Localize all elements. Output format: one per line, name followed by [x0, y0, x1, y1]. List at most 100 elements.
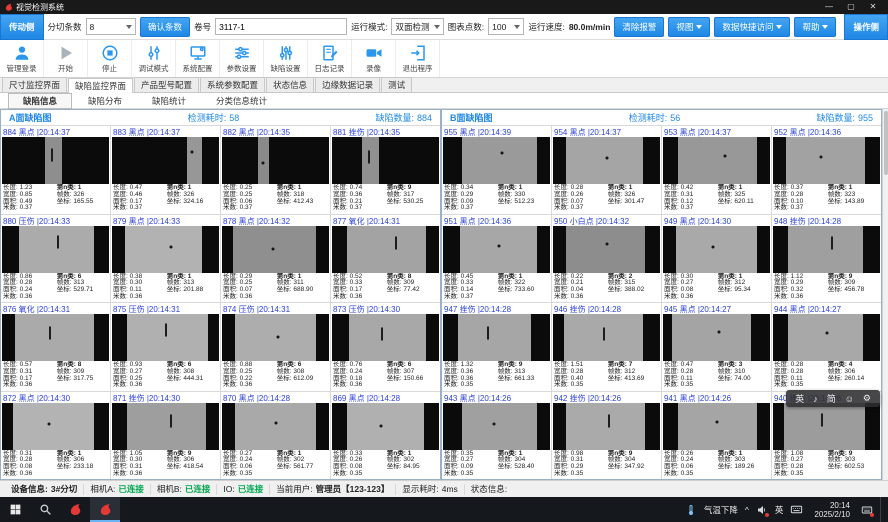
defect-image[interactable] — [222, 314, 329, 361]
ime-item-1[interactable]: ♪ — [813, 394, 818, 404]
tab-sub-2[interactable]: 缺陷统计 — [138, 94, 200, 108]
vertical-scrollbar[interactable] — [882, 109, 888, 480]
defect-image[interactable] — [222, 403, 329, 450]
close-button[interactable]: ✕ — [862, 0, 884, 14]
roll-number-input[interactable] — [215, 18, 347, 35]
action-journal-button[interactable]: 日志记录 — [308, 40, 352, 77]
defect-image[interactable] — [663, 137, 770, 184]
defect-image[interactable] — [553, 314, 660, 361]
defect-cell[interactable]: 869 黑点 |20:14:28 长度: 0.33 宽度: 0.26 面积: 0… — [331, 392, 440, 480]
defect-image[interactable] — [553, 226, 660, 273]
defect-image[interactable] — [443, 403, 550, 450]
defect-cell[interactable]: 945 黑点 |20:14:27 长度: 0.47 宽度: 0.28 面积: 0… — [662, 303, 771, 391]
defect-cell[interactable]: 941 黑点 |20:14:26 长度: 0.26 宽度: 0.24 面积: 0… — [662, 392, 771, 480]
defect-image[interactable] — [332, 137, 439, 184]
action-monitor-button[interactable]: 系统配置 — [176, 40, 220, 77]
start-button[interactable] — [0, 497, 30, 522]
defect-cell[interactable]: 870 黑点 |20:14:28 长度: 0.27 宽度: 0.24 面积: 0… — [221, 392, 330, 480]
defect-cell[interactable]: 875 压伤 |20:14:31 长度: 0.93 宽度: 0.27 面积: 0… — [111, 303, 220, 391]
ime-item-3[interactable]: ☺ — [845, 394, 854, 404]
defect-image[interactable] — [222, 137, 329, 184]
defect-image[interactable] — [332, 314, 439, 361]
defect-cell[interactable]: 943 黑点 |20:14:26 长度: 0.35 宽度: 0.27 面积: 0… — [442, 392, 551, 480]
defect-cell[interactable]: 954 黑点 |20:14:37 长度: 0.28 宽度: 0.26 面积: 0… — [552, 126, 661, 214]
defect-cell[interactable]: 873 压伤 |20:14:30 长度: 0.76 宽度: 0.24 面积: 0… — [331, 303, 440, 391]
defect-image[interactable] — [112, 137, 219, 184]
tab-main-5[interactable]: 边缘数据记录 — [315, 77, 380, 92]
defect-cell[interactable]: 871 挫伤 |20:14:30 长度: 1.05 宽度: 0.30 面积: 0… — [111, 392, 220, 480]
defect-cell[interactable]: 874 压伤 |20:14:31 长度: 0.88 宽度: 0.25 面积: 0… — [221, 303, 330, 391]
defect-cell[interactable]: 882 黑点 |20:14:35 长度: 0.25 宽度: 0.25 面积: 0… — [221, 126, 330, 214]
defect-image[interactable] — [553, 137, 660, 184]
defect-cell[interactable]: 951 黑点 |20:14:36 长度: 0.45 宽度: 0.33 面积: 0… — [442, 215, 551, 303]
defect-cell[interactable]: 883 黑点 |20:14:37 长度: 0.47 宽度: 0.46 面积: 0… — [111, 126, 220, 214]
tab-main-3[interactable]: 系统参数配置 — [200, 77, 265, 92]
defect-cell[interactable]: 877 氧化 |20:14:31 长度: 0.52 宽度: 0.33 面积: 0… — [331, 215, 440, 303]
ime-item-4[interactable]: ⚙ — [863, 393, 871, 404]
defect-cell[interactable]: 948 挫伤 |20:14:28 长度: 1.12 宽度: 0.29 面积: 0… — [772, 215, 881, 303]
defect-cell[interactable]: 872 黑点 |20:14:30 长度: 0.31 宽度: 0.28 面积: 0… — [1, 392, 110, 480]
defect-image[interactable] — [663, 226, 770, 273]
defect-image[interactable] — [443, 314, 550, 361]
minimize-button[interactable]: — — [818, 0, 840, 14]
ime-item-2[interactable]: 简 — [827, 392, 836, 405]
action-levels-button[interactable]: 缺陷设置 — [264, 40, 308, 77]
tab-sub-1[interactable]: 缺陷分布 — [74, 94, 136, 108]
ime-item-0[interactable]: 英 — [795, 392, 804, 405]
operator-side-button[interactable]: 操作侧 — [844, 14, 888, 40]
tray-chevron-up[interactable]: ^ — [745, 505, 749, 515]
tab-main-4[interactable]: 状态信息 — [266, 77, 314, 92]
defect-image[interactable] — [443, 226, 550, 273]
defect-cell[interactable]: 944 黑点 |20:14:27 长度: 0.28 宽度: 0.28 面积: 0… — [772, 303, 881, 391]
defect-cell[interactable]: 881 挫伤 |20:14:35 长度: 0.74 宽度: 0.36 面积: 0… — [331, 126, 440, 214]
action-exit-button[interactable]: 退出程序 — [396, 40, 440, 77]
view-menu-button[interactable]: 视图 — [668, 17, 710, 37]
defect-cell[interactable]: 946 挫伤 |20:14:28 长度: 1.51 宽度: 0.28 面积: 0… — [552, 303, 661, 391]
run-mode-select[interactable]: 双面检测 — [391, 18, 443, 35]
defect-image[interactable] — [2, 314, 109, 361]
defect-image[interactable] — [773, 314, 880, 361]
defect-image[interactable] — [112, 226, 219, 273]
defect-image[interactable] — [222, 226, 329, 273]
show-desktop-button[interactable] — [880, 497, 884, 522]
taskbar-app-2-active[interactable] — [90, 497, 120, 522]
help-menu-button[interactable]: 帮助 — [794, 17, 836, 37]
taskbar-clock[interactable]: 20:14 2025/2/10 — [810, 501, 854, 519]
tab-sub-3[interactable]: 分类信息统计 — [202, 94, 281, 108]
defect-image[interactable] — [553, 403, 660, 450]
defect-image[interactable] — [663, 403, 770, 450]
tab-main-6[interactable]: 测试 — [381, 77, 412, 92]
maximize-button[interactable]: ▢ — [840, 0, 862, 14]
defect-image[interactable] — [773, 403, 880, 450]
volume-icon[interactable] — [756, 504, 768, 516]
defect-image[interactable] — [112, 403, 219, 450]
defect-cell[interactable]: 876 氧化 |20:14:31 长度: 0.57 宽度: 0.31 面积: 0… — [1, 303, 110, 391]
taskbar-app-1[interactable] — [60, 497, 90, 522]
action-center-icon[interactable] — [861, 504, 873, 516]
action-sliders-button[interactable]: 参数设置 — [220, 40, 264, 77]
tab-main-0[interactable]: 尺寸监控界面 — [2, 77, 67, 92]
action-user-button[interactable]: 管理登录 — [0, 40, 44, 77]
defect-cell[interactable]: 952 黑点 |20:14:36 长度: 0.37 宽度: 0.28 面积: 0… — [772, 126, 881, 214]
defect-image[interactable] — [2, 403, 109, 450]
confirm-count-button[interactable]: 确认条数 — [140, 17, 190, 37]
defect-cell[interactable]: 953 黑点 |20:14:37 长度: 0.42 宽度: 0.31 面积: 0… — [662, 126, 771, 214]
defect-image[interactable] — [773, 226, 880, 273]
defect-cell[interactable]: 880 压伤 |20:14:33 长度: 0.86 宽度: 0.28 面积: 0… — [1, 215, 110, 303]
defect-image[interactable] — [2, 226, 109, 273]
defect-cell[interactable]: 955 黑点 |20:14:39 长度: 0.34 宽度: 0.29 面积: 0… — [442, 126, 551, 214]
defect-image[interactable] — [332, 403, 439, 450]
keyboard-icon[interactable] — [790, 503, 803, 516]
action-stop-button[interactable]: 停止 — [88, 40, 132, 77]
tab-sub-0[interactable]: 缺陷信息 — [8, 93, 72, 109]
defect-image[interactable] — [2, 137, 109, 184]
ime-floating-bar[interactable]: 英 ♪ 简 ☺ ⚙ — [786, 390, 880, 407]
slit-count-select[interactable]: 8 — [86, 18, 137, 35]
defect-cell[interactable]: 942 挫伤 |20:14:26 长度: 0.98 宽度: 0.31 面积: 0… — [552, 392, 661, 480]
scrollbar-thumb[interactable] — [884, 111, 888, 175]
defect-cell[interactable]: 950 小白点 |20:14:32 长度: 0.22 宽度: 0.21 面积: … — [552, 215, 661, 303]
action-tune-button[interactable]: 调试模式 — [132, 40, 176, 77]
defect-image[interactable] — [443, 137, 550, 184]
defect-image[interactable] — [332, 226, 439, 273]
action-play-button[interactable]: 开始 — [44, 40, 88, 77]
